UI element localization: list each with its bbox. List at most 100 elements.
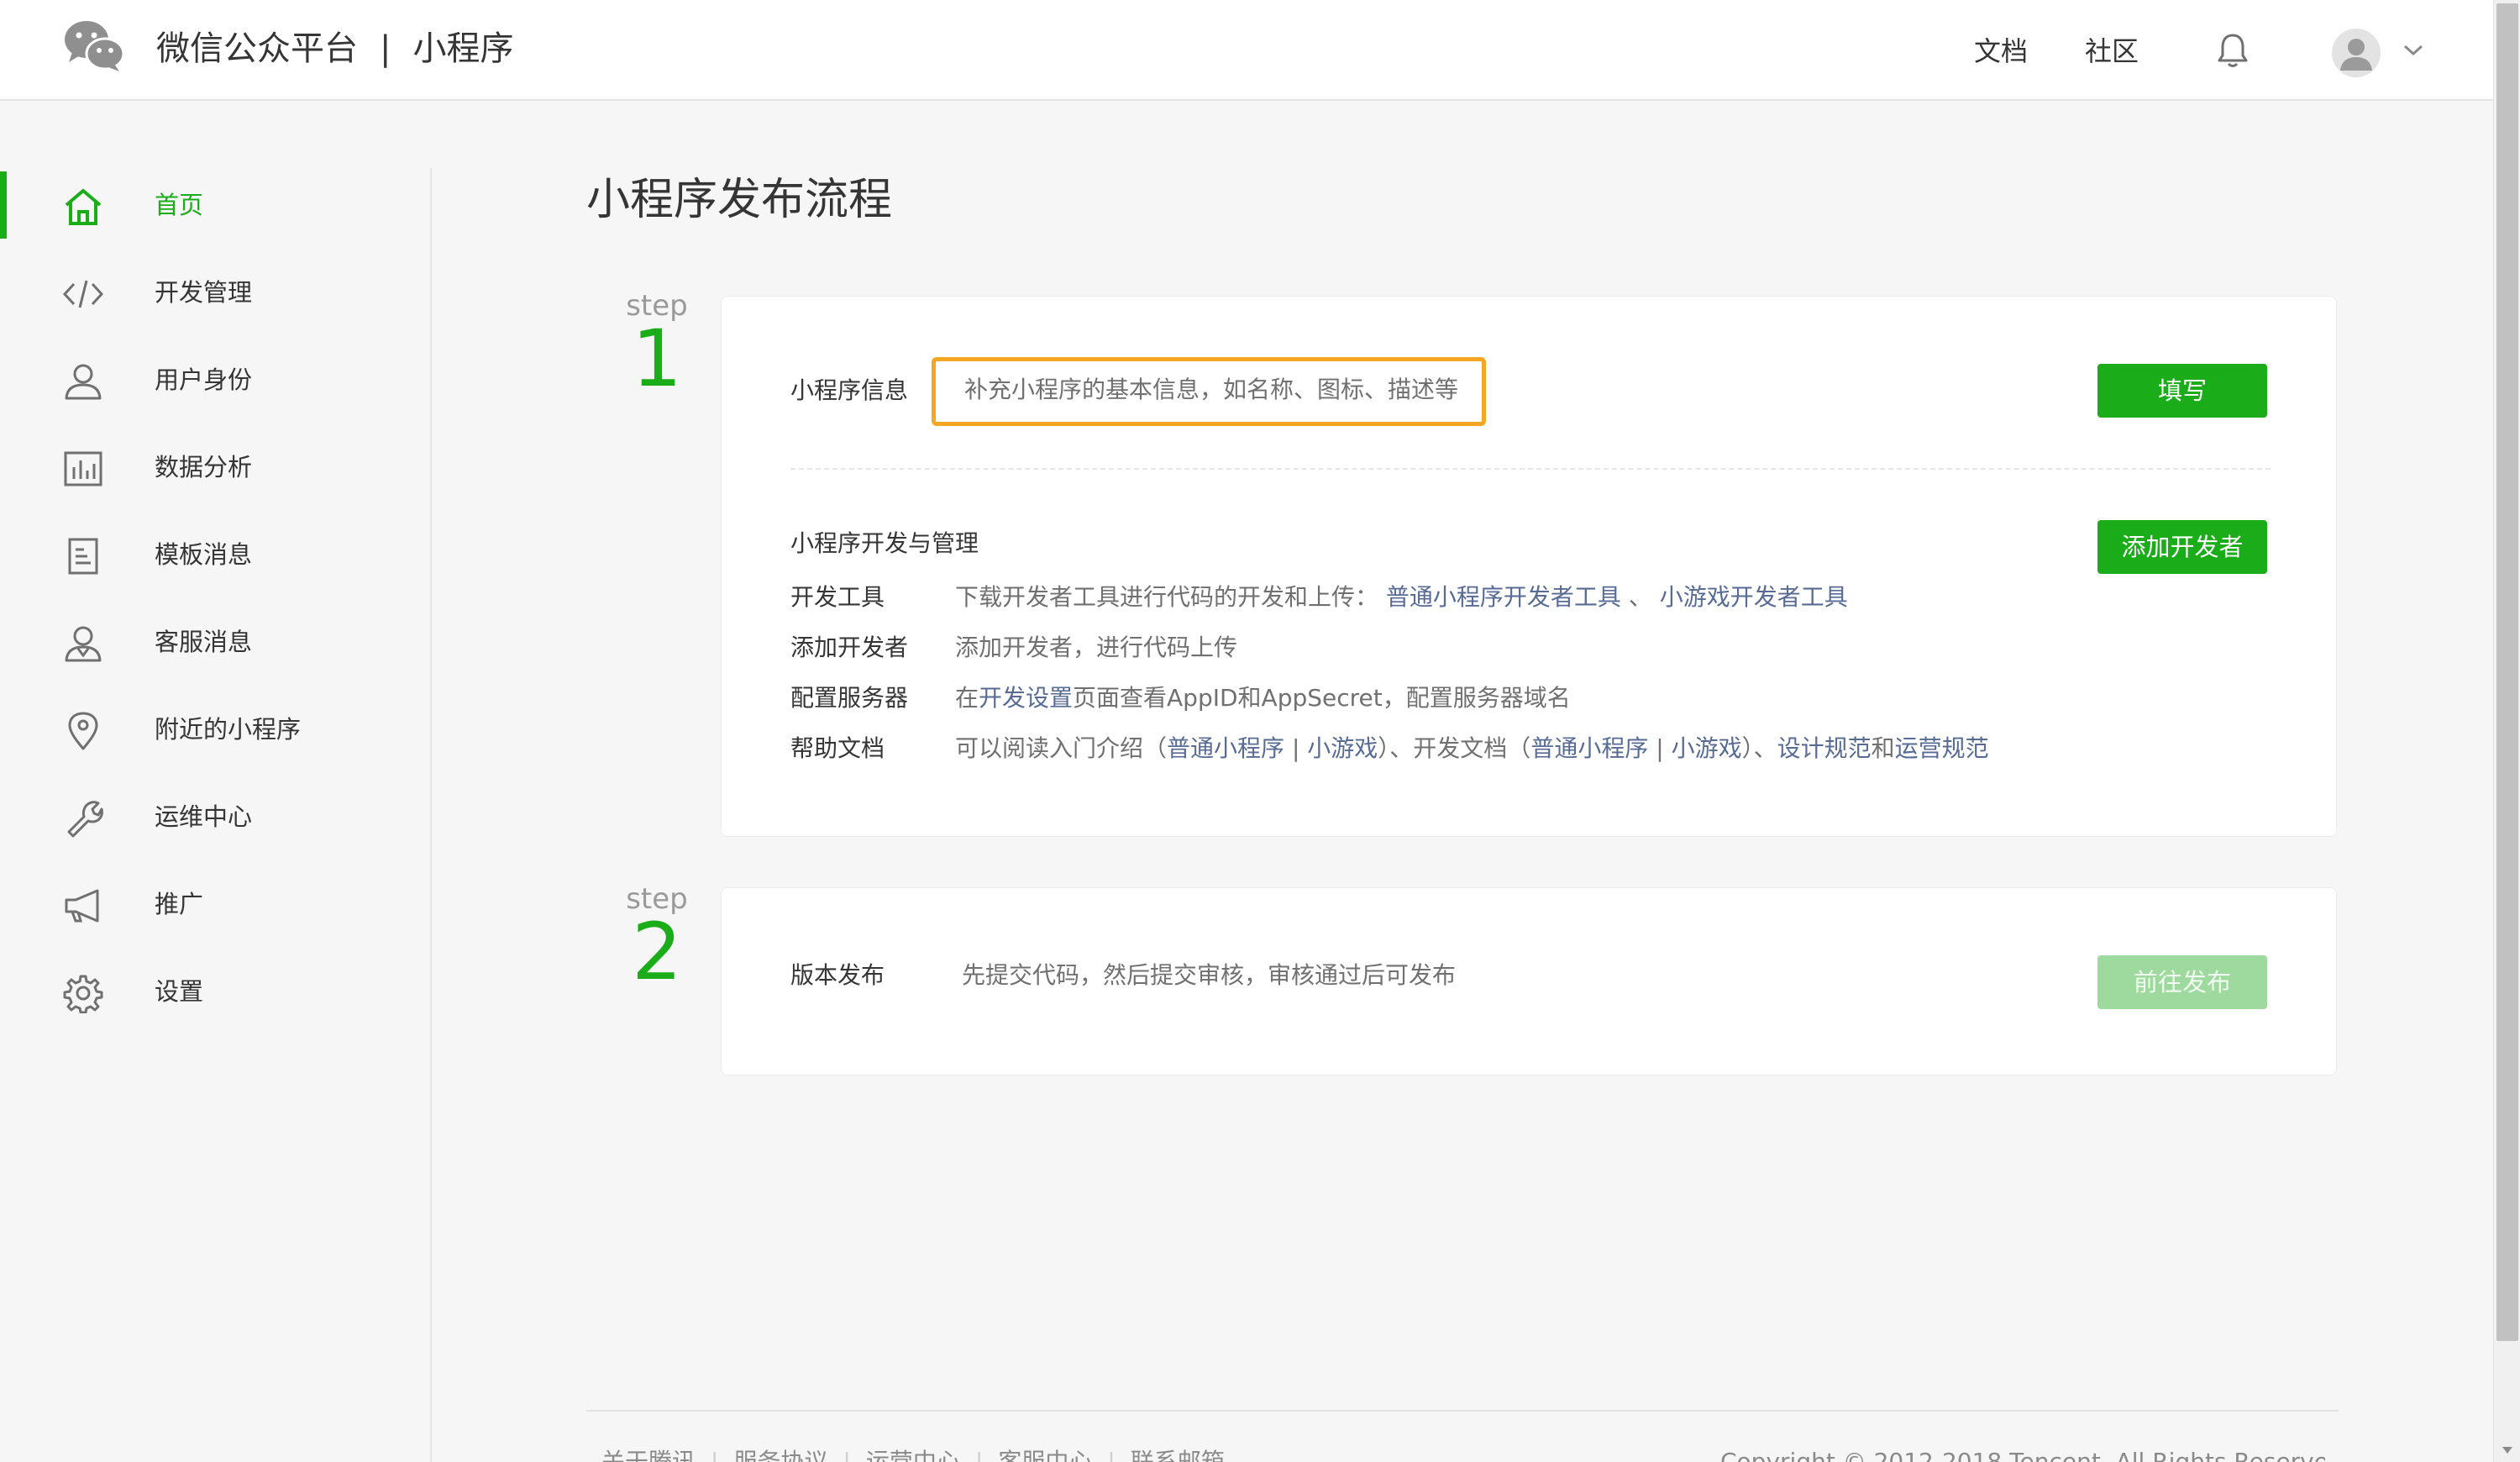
sidebar-item-label: 客服消息: [155, 628, 253, 656]
go-release-button[interactable]: 前往发布: [2097, 955, 2267, 1009]
wechat-logo-icon[interactable]: [64, 18, 124, 72]
wrench-icon: [67, 801, 103, 838]
sidebar-item-nearby-miniprogram[interactable]: 附近的小程序: [0, 696, 430, 763]
dev-settings-link[interactable]: 开发设置: [979, 684, 1073, 712]
sidebar-nav: 首页 开发管理 用户身份 数据分析 模板消息 客服消息 附近的小程序 运维中心 …: [0, 168, 432, 1462]
sidebar-item-label: 首页: [155, 191, 204, 219]
footer-link-agreement[interactable]: 服务协议: [733, 1448, 827, 1462]
footer-divider: [586, 1410, 2339, 1412]
step-2-card: 版本发布 先提交代码，然后提交审核，审核通过后可发布 前往发布: [721, 887, 2337, 1075]
sidebar-item-label: 运维中心: [155, 802, 253, 831]
community-link[interactable]: 社区: [2085, 30, 2139, 72]
config-server-row: 配置服务器 在开发设置页面查看AppID和AppSecret，配置服务器域名: [790, 680, 2218, 717]
dev-tools-text: 下载开发者工具进行代码的开发和上传： 普通小程序开发者工具 、 小游戏开发者工具: [955, 579, 1848, 616]
sidebar-item-ops-center[interactable]: 运维中心: [0, 783, 430, 850]
fill-in-button[interactable]: 填写: [2097, 364, 2267, 418]
section-divider: [790, 468, 2271, 470]
sidebar-item-template-message[interactable]: 模板消息: [0, 521, 430, 588]
page-title: 小程序发布流程: [586, 175, 893, 225]
dev-tools-row: 开发工具 下载开发者工具进行代码的开发和上传： 普通小程序开发者工具 、 小游戏…: [790, 579, 2218, 616]
minigame-devtools-link[interactable]: 小游戏开发者工具: [1660, 583, 1848, 611]
sidebar-item-customer-service[interactable]: 客服消息: [0, 608, 430, 676]
link-separator: 、: [1628, 583, 1652, 611]
sidebar-item-label: 开发管理: [155, 278, 253, 307]
home-icon: [65, 189, 102, 225]
config-server-post: 页面查看AppID和AppSecret，配置服务器域名: [1073, 684, 1571, 712]
copyright: Copyright © 2012-2018 Tencent. All Right…: [1720, 1448, 2325, 1462]
footer-link-service[interactable]: 客服中心: [998, 1448, 1092, 1462]
docs-link[interactable]: 文档: [1974, 30, 2028, 72]
chart-icon: [64, 451, 102, 486]
page-scrollbar[interactable]: [2493, 0, 2520, 1462]
add-developer-button[interactable]: 添加开发者: [2097, 520, 2267, 574]
help-docs-label: 帮助文档: [790, 734, 885, 762]
brand-main: 微信公众平台: [156, 29, 358, 68]
help-docs-text: 可以阅读入门介绍（普通小程序 | 小游戏）、开发文档（普通小程序 | 小游戏）、…: [955, 730, 1989, 767]
config-server-text: 在开发设置页面查看AppID和AppSecret，配置服务器域名: [955, 680, 1571, 717]
top-header: 微信公众平台 | 小程序 文档 社区: [0, 0, 2493, 101]
sidebar-item-label: 推广: [155, 890, 204, 918]
dev-tools-desc: 下载开发者工具进行代码的开发和上传：: [955, 583, 1379, 611]
page: 微信公众平台 | 小程序 文档 社区 首页 开发管理 用户身份 数据分析 模板消…: [0, 0, 2520, 1462]
sidebar-item-label: 附近的小程序: [155, 715, 302, 744]
chevron-down-icon[interactable]: [2402, 44, 2424, 57]
platform-brand[interactable]: 微信公众平台 | 小程序: [156, 25, 513, 72]
pipe-separator: |: [1291, 734, 1300, 762]
gear-icon: [63, 975, 103, 1013]
bell-icon[interactable]: [2216, 32, 2250, 69]
document-icon: [68, 538, 98, 575]
sidebar-item-label: 设置: [155, 977, 204, 1006]
sidebar-item-label: 用户身份: [155, 366, 253, 394]
sidebar-item-home[interactable]: 首页: [0, 171, 430, 239]
miniprogram-info-highlight: 补充小程序的基本信息，如名称、图标、描述等: [932, 357, 1486, 426]
help-text-3: ）、: [1741, 734, 1777, 762]
user-avatar-icon[interactable]: [2332, 29, 2381, 77]
brand-separator: |: [380, 29, 391, 68]
dev-management-title: 小程序开发与管理: [790, 529, 979, 557]
step-1-number: 1: [632, 313, 682, 405]
footer-link-ops[interactable]: 运营中心: [866, 1448, 960, 1462]
intro-minigame-link[interactable]: 小游戏: [1307, 734, 1378, 762]
add-developer-desc: 添加开发者，进行代码上传: [955, 634, 1238, 661]
normal-devtools-link[interactable]: 普通小程序开发者工具: [1386, 583, 1621, 611]
sidebar-item-data-analysis[interactable]: 数据分析: [0, 434, 430, 501]
miniprogram-info-label: 小程序信息: [790, 376, 909, 404]
intro-normal-link[interactable]: 普通小程序: [1167, 734, 1284, 762]
config-server-label: 配置服务器: [790, 684, 909, 712]
config-server-pre: 在: [955, 684, 979, 712]
help-text-2: ）、开发文档（: [1378, 734, 1531, 762]
sidebar-item-promotion[interactable]: 推广: [0, 870, 430, 938]
add-developer-label: 添加开发者: [790, 634, 909, 661]
pipe-separator: |: [1656, 734, 1664, 762]
step-2-number: 2: [632, 907, 682, 998]
customer-service-icon: [65, 626, 102, 662]
version-release-desc: 先提交代码，然后提交审核，审核通过后可发布: [962, 961, 1457, 989]
sidebar-item-dev-management[interactable]: 开发管理: [0, 259, 430, 326]
megaphone-icon: [65, 889, 99, 923]
location-pin-icon: [68, 712, 98, 750]
footer-link-about[interactable]: 关于腾讯: [601, 1448, 696, 1462]
help-docs-row: 帮助文档 可以阅读入门介绍（普通小程序 | 小游戏）、开发文档（普通小程序 | …: [790, 730, 2218, 767]
docs-normal-link[interactable]: 普通小程序: [1530, 734, 1648, 762]
footer-link-email[interactable]: 联系邮箱: [1131, 1448, 1225, 1462]
brand-sub: 小程序: [412, 29, 514, 68]
operation-spec-link[interactable]: 运营规范: [1895, 734, 1989, 762]
help-text-4: 和: [1871, 734, 1895, 762]
sidebar-item-label: 数据分析: [155, 453, 253, 481]
footer-links: 关于腾讯 | 服务协议 | 运营中心 | 客服中心 | 联系邮箱: [601, 1444, 1225, 1462]
sidebar-item-settings[interactable]: 设置: [0, 958, 430, 1025]
miniprogram-info-desc: 补充小程序的基本信息，如名称、图标、描述等: [964, 376, 1459, 403]
help-text-1: 可以阅读入门介绍（: [955, 734, 1168, 762]
step-1-card: 小程序信息 补充小程序的基本信息，如名称、图标、描述等 填写 小程序开发与管理 …: [721, 296, 2337, 837]
scroll-down-arrow-icon[interactable]: [2501, 1445, 2514, 1455]
sidebar-item-user-identity[interactable]: 用户身份: [0, 346, 430, 413]
design-spec-link[interactable]: 设计规范: [1777, 734, 1872, 762]
docs-minigame-link[interactable]: 小游戏: [1672, 734, 1742, 762]
dev-tools-label: 开发工具: [790, 583, 885, 611]
user-icon: [65, 364, 102, 400]
version-release-label: 版本发布: [790, 961, 885, 989]
scrollbar-thumb[interactable]: [2496, 3, 2518, 1341]
sidebar-item-label: 模板消息: [155, 540, 253, 569]
code-icon: [62, 280, 104, 308]
add-developer-row: 添加开发者 添加开发者，进行代码上传: [790, 629, 2218, 666]
